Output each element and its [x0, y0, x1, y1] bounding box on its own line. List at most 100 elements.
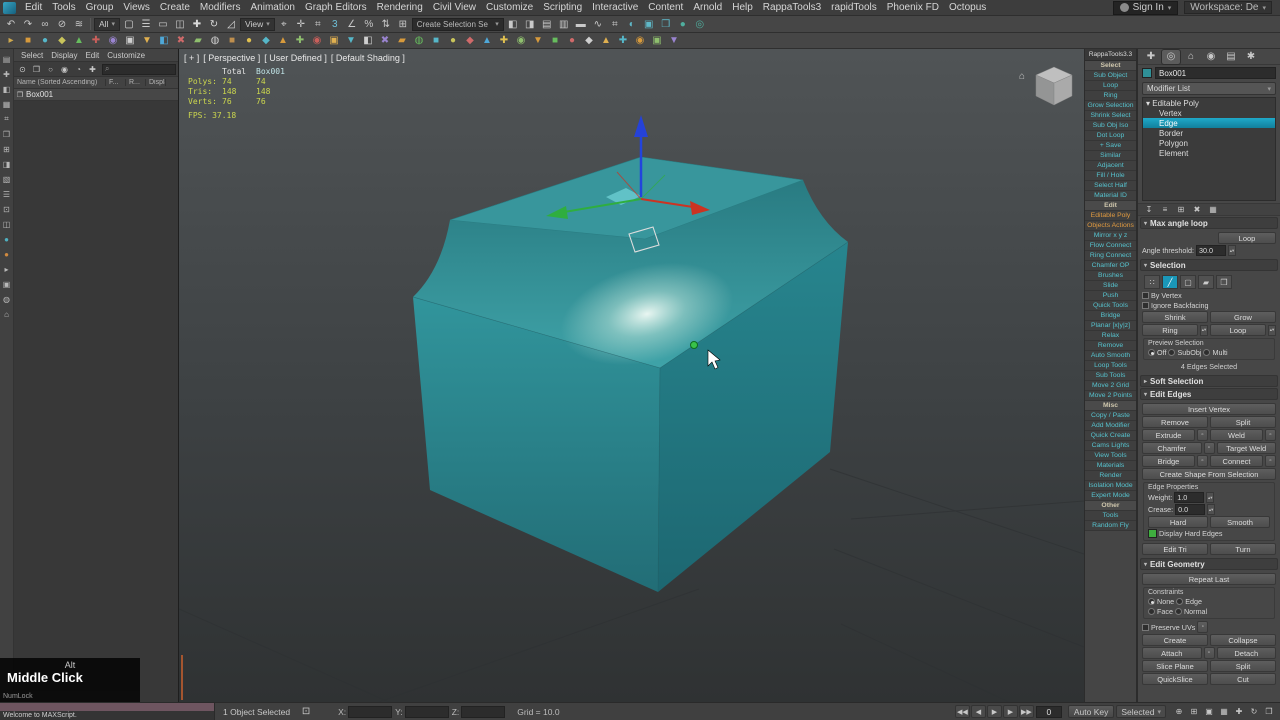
box001-object[interactable] — [413, 157, 848, 592]
create-shape-button[interactable]: Create Shape From Selection — [1142, 468, 1276, 480]
viewport-nav-icon[interactable]: ❒ — [1262, 705, 1276, 718]
toolbar-icon[interactable]: ∞ — [37, 17, 53, 31]
toolbar-icon[interactable]: ❒ — [658, 17, 674, 31]
rappatools-button[interactable]: Other — [1085, 501, 1136, 511]
rappatools-button[interactable]: Sub Obj Iso — [1085, 121, 1136, 131]
scene-explorer-tool-icon[interactable]: ✚ — [86, 63, 99, 75]
subobject-mode-icon[interactable]: ∷ — [1144, 275, 1160, 289]
extrude-settings-icon[interactable]: ▫ — [1197, 429, 1208, 441]
rollout-header-soft-selection[interactable]: ▸ Soft Selection — [1140, 375, 1278, 387]
viewport-nav-icon[interactable]: ↻ — [1247, 705, 1261, 718]
rappatools-button[interactable]: Adjacent — [1085, 161, 1136, 171]
menu-item[interactable]: RappaTools3 — [758, 0, 826, 15]
plugin-toolbar-icon[interactable]: ■ — [428, 34, 444, 48]
rappatools-button[interactable]: Loop — [1085, 81, 1136, 91]
scene-explorer-tool-icon[interactable]: ❒ — [30, 63, 43, 75]
chamfer-button[interactable]: Chamfer — [1142, 442, 1202, 454]
scene-explorer-search-input[interactable]: ⌕ — [102, 64, 176, 75]
rappatools-button[interactable]: Sub Tools — [1085, 371, 1136, 381]
viewport-label-segment[interactable]: [ Default Shading ] — [331, 53, 405, 63]
preserve-uvs-checkbox[interactable] — [1142, 624, 1149, 631]
toolbar-icon[interactable]: ≋ — [71, 17, 87, 31]
rappatools-button[interactable]: Render — [1085, 471, 1136, 481]
subobject-mode-icon[interactable]: ▰ — [1198, 275, 1214, 289]
dock-icon[interactable]: ● — [1, 248, 13, 260]
hard-edge-color-swatch[interactable] — [1148, 529, 1157, 538]
smooth-button[interactable]: Smooth — [1210, 516, 1270, 528]
plugin-toolbar-icon[interactable]: ▲ — [71, 34, 87, 48]
plugin-toolbar-icon[interactable]: ◍ — [411, 34, 427, 48]
plugin-toolbar-icon[interactable]: ✚ — [615, 34, 631, 48]
dock-icon[interactable]: ◍ — [1, 293, 13, 305]
attach-settings-icon[interactable]: ▫ — [1204, 647, 1215, 659]
menu-item[interactable]: Group — [81, 0, 119, 15]
coordinate-field[interactable] — [405, 706, 449, 718]
menu-item[interactable]: Interactive — [587, 0, 643, 15]
plugin-toolbar-icon[interactable]: ✖ — [377, 34, 393, 48]
menu-item[interactable]: Arnold — [688, 0, 727, 15]
constraint-normal-radio[interactable] — [1175, 608, 1182, 615]
rappatools-button[interactable]: Brushes — [1085, 271, 1136, 281]
rollout-header-selection[interactable]: ▾ Selection — [1140, 259, 1278, 271]
plugin-toolbar-icon[interactable]: ● — [445, 34, 461, 48]
insert-vertex-button[interactable]: Insert Vertex — [1142, 403, 1276, 415]
toolbar-icon[interactable]: ▬ — [573, 17, 589, 31]
menu-item[interactable]: Scripting — [538, 0, 587, 15]
menu-item[interactable]: Phoenix FD — [882, 0, 944, 15]
modifier-stack-entry[interactable]: Polygon — [1143, 138, 1275, 148]
command-panel-tab[interactable]: ⌂ — [1182, 50, 1200, 64]
chamfer-settings-icon[interactable]: ▫ — [1204, 442, 1215, 454]
command-panel-tab[interactable]: ◎ — [1162, 50, 1180, 64]
plugin-toolbar-icon[interactable]: ▼ — [139, 34, 155, 48]
rappatools-button[interactable]: Material ID — [1085, 191, 1136, 201]
plugin-toolbar-icon[interactable]: ◆ — [54, 34, 70, 48]
modifier-stack-entry[interactable]: Vertex — [1143, 108, 1275, 118]
rappatools-button[interactable]: Copy / Paste — [1085, 411, 1136, 421]
toolbar-icon[interactable]: 3 — [327, 17, 343, 31]
rappatools-button[interactable]: Select — [1085, 61, 1136, 71]
menu-item[interactable]: Edit — [20, 0, 47, 15]
dock-icon[interactable]: ▤ — [1, 53, 13, 65]
modifier-stack-entry[interactable]: Element — [1143, 148, 1275, 158]
rappatools-button[interactable]: Tools — [1085, 511, 1136, 521]
rollout-header-edit-edges[interactable]: ▾ Edit Edges — [1140, 388, 1278, 400]
maxscript-mini-listener[interactable]: Welcome to MAXScript. — [0, 703, 215, 720]
dock-icon[interactable]: ◫ — [1, 218, 13, 230]
rappatools-button[interactable]: Move 2 Grid — [1085, 381, 1136, 391]
menu-item[interactable]: Modifiers — [195, 0, 246, 15]
transport-control-icon[interactable]: ◀◀ — [955, 705, 970, 718]
dock-icon[interactable]: ▣ — [1, 278, 13, 290]
viewport-nav-icon[interactable]: ⊞ — [1187, 705, 1201, 718]
plugin-toolbar-icon[interactable]: ▲ — [275, 34, 291, 48]
plugin-toolbar-icon[interactable]: ▣ — [326, 34, 342, 48]
toolbar-icon[interactable]: ▣ — [641, 17, 657, 31]
spinner-control[interactable]: ▴▾ — [1268, 325, 1276, 336]
auto-key-button[interactable]: Auto Key — [1068, 705, 1115, 718]
rappatools-button[interactable]: + Save — [1085, 141, 1136, 151]
grow-button[interactable]: Grow — [1210, 311, 1276, 323]
hard-button[interactable]: Hard — [1148, 516, 1208, 528]
perspective-viewport[interactable]: ⌂ [ + ][ Perspective ][ User Defined ][ … — [179, 49, 1084, 702]
plugin-toolbar-icon[interactable]: ▲ — [598, 34, 614, 48]
preview-multi-radio[interactable] — [1203, 349, 1210, 356]
spinner-control[interactable]: ▴▾ — [1206, 492, 1214, 503]
subobject-mode-icon[interactable]: ╱ — [1162, 275, 1178, 289]
rappatools-button[interactable]: Ring Connect — [1085, 251, 1136, 261]
weld-settings-icon[interactable]: ▫ — [1265, 429, 1276, 441]
connect-settings-icon[interactable]: ▫ — [1265, 455, 1276, 467]
set-key-mode-dropdown[interactable]: Selected▾ — [1116, 705, 1166, 718]
shrink-button[interactable]: Shrink — [1142, 311, 1208, 323]
rappatools-button[interactable]: Cams Lights — [1085, 441, 1136, 451]
rappatools-title[interactable]: RappaTools3.3 — [1085, 49, 1136, 61]
rappatools-button[interactable]: Loop Tools — [1085, 361, 1136, 371]
toolbar-icon[interactable]: ◨ — [522, 17, 538, 31]
view-cube[interactable]: ⌂ — [1019, 67, 1072, 105]
selection-filter-dropdown[interactable]: All▾ — [94, 18, 120, 31]
plugin-toolbar-icon[interactable]: ■ — [20, 34, 36, 48]
menu-item[interactable]: Customize — [481, 0, 538, 15]
dock-icon[interactable]: ❒ — [1, 128, 13, 140]
menu-item[interactable]: Animation — [245, 0, 299, 15]
toolbar-icon[interactable]: % — [361, 17, 377, 31]
rappatools-button[interactable]: Bridge — [1085, 311, 1136, 321]
toolbar-icon[interactable]: ▥ — [556, 17, 572, 31]
